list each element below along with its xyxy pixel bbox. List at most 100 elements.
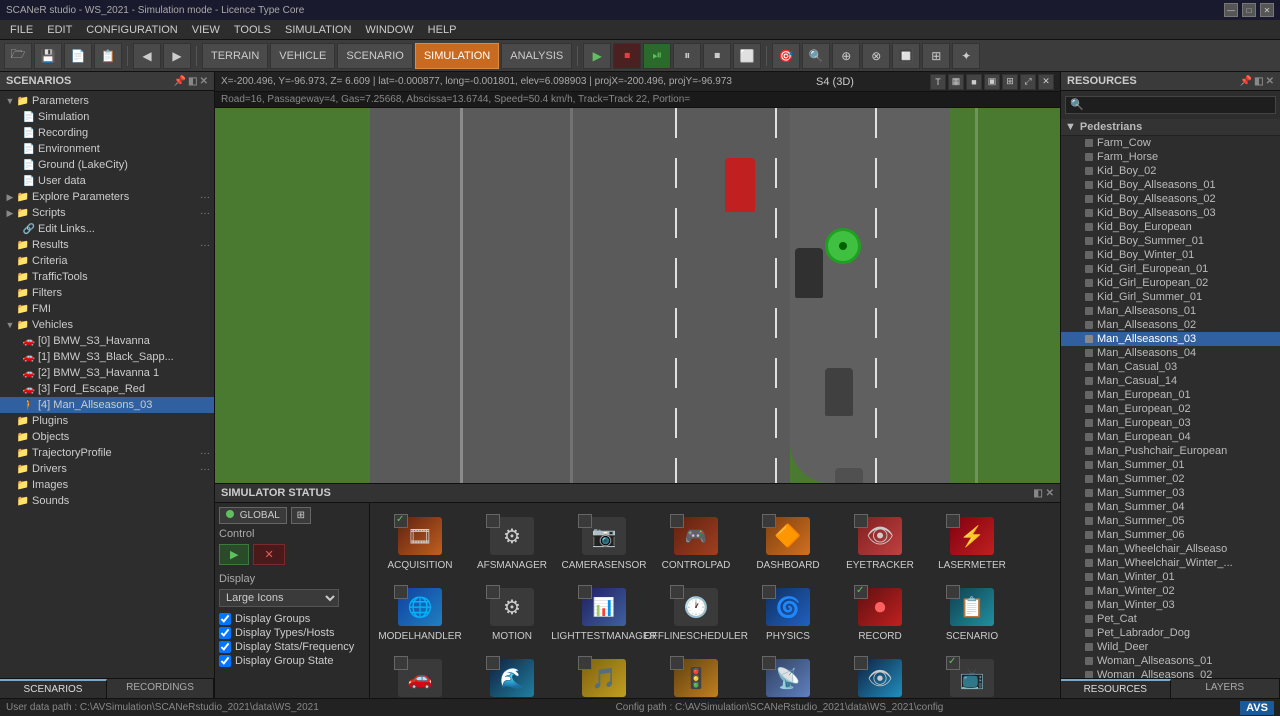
res-kid-boy-allseasons-02[interactable]: Kid_Boy_Allseasons_02: [1061, 192, 1280, 206]
res-farm-horse[interactable]: Farm_Horse: [1061, 150, 1280, 164]
tb-playpause-button[interactable]: ⏯: [643, 43, 671, 69]
menu-tools[interactable]: TOOLS: [228, 22, 277, 38]
minimize-button[interactable]: —: [1224, 3, 1238, 17]
module-acquisition[interactable]: 🎞 ACQUISITION: [376, 509, 464, 576]
tb-simulation-button[interactable]: SIMULATION: [415, 43, 499, 69]
module-traffictools[interactable]: 📡 TRAFFICTOOLS: [744, 651, 832, 698]
res-man-casual-14[interactable]: Man_Casual_14: [1061, 374, 1280, 388]
tree-sounds[interactable]: 📁 Sounds: [0, 493, 214, 509]
tree-explore-params[interactable]: ▶📁 Explore Parameters ···: [0, 189, 214, 205]
tree-simulation[interactable]: 📄Simulation: [0, 109, 214, 125]
module-eyetracker[interactable]: 👁 EYETRACKER: [836, 509, 924, 576]
tb-analysis-button[interactable]: ANALYSIS: [501, 43, 572, 69]
tree-man-allseasons[interactable]: 🚶[4] Man_Allseasons_03: [0, 397, 214, 413]
res-man-allseasons-03[interactable]: Man_Allseasons_03: [1061, 332, 1280, 346]
tree-trajectory[interactable]: 📁 TrajectoryProfile ···: [0, 445, 214, 461]
menu-edit[interactable]: EDIT: [41, 22, 78, 38]
tb-save-button[interactable]: 💾: [34, 43, 62, 69]
res-man-summer-05[interactable]: Man_Summer_05: [1061, 514, 1280, 528]
module-sensorsose[interactable]: 🌊 SENSORSOSE: [468, 651, 556, 698]
res-man-allseasons-02[interactable]: Man_Allseasons_02: [1061, 318, 1280, 332]
tree-userdata[interactable]: 📄User data: [0, 173, 214, 189]
menu-configuration[interactable]: CONFIGURATION: [80, 22, 183, 38]
module-physics[interactable]: 🌀 PHYSICS: [744, 580, 832, 647]
tree-parameters[interactable]: ▼📁 Parameters: [0, 93, 214, 109]
viewport-ctrl-4[interactable]: ⊞: [1002, 74, 1018, 90]
tree-objects[interactable]: 📁 Objects: [0, 429, 214, 445]
tree-traffictools[interactable]: 📁 TrafficTools: [0, 269, 214, 285]
res-kid-girl-summer-01[interactable]: Kid_Girl_Summer_01: [1061, 290, 1280, 304]
tb-stop-button[interactable]: ⏹: [613, 43, 641, 69]
tb-stop2-button[interactable]: ⏹: [703, 43, 731, 69]
res-pet-labrador[interactable]: Pet_Labrador_Dog: [1061, 626, 1280, 640]
tree-edit-links[interactable]: 🔗Edit Links...: [0, 221, 214, 237]
module-lighttestmanager[interactable]: 📊 LIGHTTESTMANAGER: [560, 580, 648, 647]
tb-square-button[interactable]: ⬜: [733, 43, 761, 69]
checkbox-display-groups[interactable]: Display Groups: [219, 613, 365, 625]
res-pet-cat[interactable]: Pet_Cat: [1061, 612, 1280, 626]
tb-star-button[interactable]: ✦: [952, 43, 980, 69]
res-man-wheelchair-winter[interactable]: Man_Wheelchair_Winter_...: [1061, 556, 1280, 570]
tree-results[interactable]: 📁 Results ···: [0, 237, 214, 253]
res-kid-girl-european-02[interactable]: Kid_Girl_European_02: [1061, 276, 1280, 290]
res-kid-boy-summer-01[interactable]: Kid_Boy_Summer_01: [1061, 234, 1280, 248]
tree-bmw-havanna2[interactable]: 🚗[2] BMW_S3_Havanna 1: [0, 365, 214, 381]
res-man-european-04[interactable]: Man_European_04: [1061, 430, 1280, 444]
menu-window[interactable]: WINDOW: [359, 22, 419, 38]
res-man-summer-03[interactable]: Man_Summer_03: [1061, 486, 1280, 500]
tree-recording[interactable]: 📄Recording: [0, 125, 214, 141]
tb-zoomout-button[interactable]: ⊗: [862, 43, 890, 69]
module-motion[interactable]: ⚙ MOTION: [468, 580, 556, 647]
checkbox-display-group-state[interactable]: Display Group State: [219, 655, 365, 667]
maximize-button[interactable]: □: [1242, 3, 1256, 17]
resources-expand-icon[interactable]: ◧: [1254, 76, 1263, 87]
tree-drivers[interactable]: 📁 Drivers ···: [0, 461, 214, 477]
tree-bmw-black[interactable]: 🚗[1] BMW_S3_Black_Sapp...: [0, 349, 214, 365]
tb-prev-button[interactable]: ◀: [133, 43, 161, 69]
res-man-wheelchair-allseaso[interactable]: Man_Wheelchair_Allseaso: [1061, 542, 1280, 556]
tree-vehicles[interactable]: ▼📁 Vehicles: [0, 317, 214, 333]
res-man-european-02[interactable]: Man_European_02: [1061, 402, 1280, 416]
close-button[interactable]: ✕: [1260, 3, 1274, 17]
module-sensors[interactable]: 🚗 SENSORS: [376, 651, 464, 698]
module-camerasensor[interactable]: 📷 CAMERASENSOR: [560, 509, 648, 576]
module-afsmanager[interactable]: ⚙ AFSMANAGER: [468, 509, 556, 576]
tree-ford-escape[interactable]: 🚗[3] Ford_Escape_Red: [0, 381, 214, 397]
resource-search-input[interactable]: [1065, 96, 1276, 114]
res-man-european-01[interactable]: Man_European_01: [1061, 388, 1280, 402]
tree-ground[interactable]: 📄Ground (LakeCity): [0, 157, 214, 173]
tb-zoom-button[interactable]: 🔍: [802, 43, 830, 69]
viewport-ctrl-1[interactable]: ▦: [948, 74, 964, 90]
viewport-3d[interactable]: [215, 108, 1060, 483]
res-man-allseasons-04[interactable]: Man_Allseasons_04: [1061, 346, 1280, 360]
module-offlinescheduler[interactable]: 🕐 OFFLINESCHEDULER: [652, 580, 740, 647]
res-kid-boy-european[interactable]: Kid_Boy_European: [1061, 220, 1280, 234]
menu-simulation[interactable]: SIMULATION: [279, 22, 357, 38]
tree-environment[interactable]: 📄Environment: [0, 141, 214, 157]
tb-target-button[interactable]: 🎯: [772, 43, 800, 69]
checkbox-display-types[interactable]: Display Types/Hosts: [219, 627, 365, 639]
module-record[interactable]: ⏺ RECORD: [836, 580, 924, 647]
module-visual[interactable]: 📺 VISUAL: [928, 651, 1016, 698]
module-urenderer[interactable]: 👁 URENDERER: [836, 651, 924, 698]
viewport-ctrl-close[interactable]: ✕: [1038, 74, 1054, 90]
res-man-winter-01[interactable]: Man_Winter_01: [1061, 570, 1280, 584]
module-modelhandler[interactable]: 🌐 MODELHANDLER: [376, 580, 464, 647]
tree-images[interactable]: 📁 Images: [0, 477, 214, 493]
res-category-pedestrians[interactable]: ▼Pedestrians: [1061, 119, 1280, 136]
res-man-winter-02[interactable]: Man_Winter_02: [1061, 584, 1280, 598]
menu-view[interactable]: VIEW: [186, 22, 226, 38]
panel-icon-expand[interactable]: ◧: [188, 76, 197, 87]
tab-recordings[interactable]: RECORDINGS: [107, 679, 214, 698]
module-sound[interactable]: 🎵 SOUND: [560, 651, 648, 698]
res-man-summer-04[interactable]: Man_Summer_04: [1061, 500, 1280, 514]
tb-play-button[interactable]: ▶: [583, 43, 611, 69]
tab-layers[interactable]: LAYERS: [1171, 679, 1280, 698]
res-kid-boy-allseasons-03[interactable]: Kid_Boy_Allseasons_03: [1061, 206, 1280, 220]
tb-zoomin-button[interactable]: ⊕: [832, 43, 860, 69]
tree-fmi[interactable]: 📁 FMI: [0, 301, 214, 317]
res-farm-cow[interactable]: Farm_Cow: [1061, 136, 1280, 150]
tb-open-button[interactable]: 🗁: [4, 43, 32, 69]
viewport-ctrl-expand[interactable]: ⤢: [1020, 74, 1036, 90]
tree-bmw-havanna[interactable]: 🚗[0] BMW_S3_Havanna: [0, 333, 214, 349]
